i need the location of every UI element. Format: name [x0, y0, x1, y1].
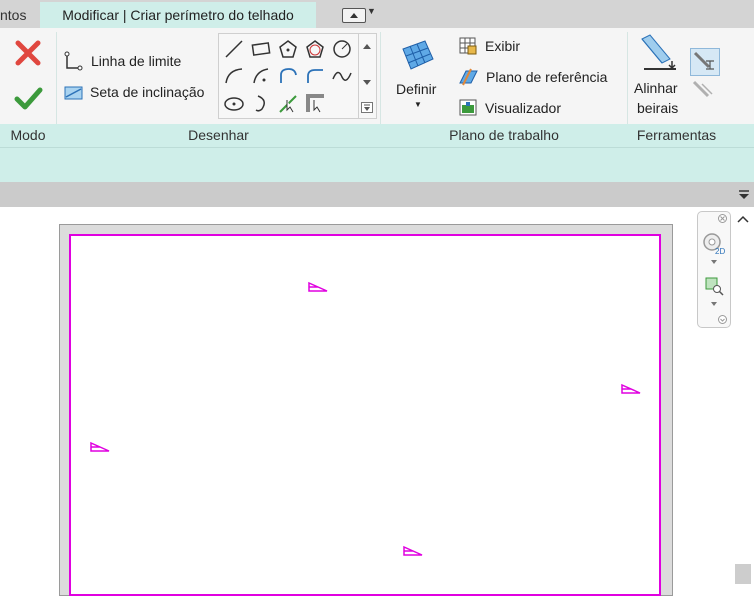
x-cancel-icon: [15, 40, 41, 66]
panel-title-desenhar: Desenhar: [188, 127, 249, 143]
visualizador-label: Visualizador: [485, 100, 562, 116]
draw-tools-gallery: [218, 33, 362, 119]
scroll-up-icon[interactable]: [362, 42, 372, 50]
slope-defines-symbol-bottom[interactable]: [402, 545, 424, 557]
options-bar: [0, 147, 754, 182]
exibir-label: Exibir: [485, 38, 521, 54]
view-list-dropdown-icon[interactable]: [738, 190, 750, 200]
pick-lines-icon[interactable]: [277, 92, 299, 114]
navbar-options-icon[interactable]: [718, 315, 727, 324]
align-eaves-icon: [641, 34, 676, 70]
chevron-down-icon[interactable]: [710, 259, 718, 265]
circumscribed-polygon-icon[interactable]: [304, 38, 326, 60]
alinhar-label-line2: beirais: [637, 100, 679, 116]
fillet-arc-icon[interactable]: [304, 65, 326, 87]
scroll-down-icon[interactable]: [362, 78, 372, 86]
navigation-bar: 2D: [697, 211, 731, 328]
panel-title-modo: Modo: [10, 127, 46, 143]
slope-defines-symbol-left[interactable]: [89, 441, 111, 453]
work-plane-grid-icon: [402, 40, 434, 70]
spline-icon[interactable]: [331, 65, 353, 87]
panel-title-ferramentas: Ferramentas: [636, 127, 717, 143]
line-icon[interactable]: [223, 38, 245, 60]
tab-previous[interactable]: ntos: [0, 0, 26, 28]
pick-walls-icon[interactable]: [304, 92, 326, 114]
roof-footprint-boundary[interactable]: [69, 234, 661, 596]
zoom-region-icon[interactable]: [704, 276, 726, 296]
adjust-overhang-icon: [693, 51, 714, 70]
gallery-expand-icon[interactable]: [361, 102, 373, 113]
boundary-line-button[interactable]: Linha de limite: [63, 50, 213, 72]
alinhar-label-line1: Alinhar: [634, 80, 678, 96]
adjust-overhang-button[interactable]: [690, 48, 720, 76]
steering-wheel-2d-icon[interactable]: 2D: [702, 232, 726, 256]
chevron-down-icon[interactable]: [710, 301, 718, 307]
slope-defines-symbol-right[interactable]: [620, 383, 642, 395]
draw-gallery-scroll[interactable]: [358, 33, 377, 119]
tab-modificar-criar-perimetro[interactable]: Modificar | Criar perímetro do telhado: [40, 2, 316, 28]
slope-arrow-icon: [64, 86, 83, 100]
scroll-up-icon[interactable]: [737, 215, 749, 224]
exibir-button[interactable]: Exibir: [457, 35, 547, 57]
svg-text:2D: 2D: [715, 247, 725, 256]
definir-button[interactable]: Definir ▼: [393, 35, 443, 111]
inscribed-polygon-icon[interactable]: [277, 38, 299, 60]
scrollbar-thumb[interactable]: [735, 564, 751, 584]
vertical-scrollbar[interactable]: [733, 208, 754, 609]
plano-referencia-button[interactable]: Plano de referência: [457, 66, 622, 88]
chevron-down-icon[interactable]: ▼: [367, 6, 376, 16]
view-tab-bar: [0, 182, 754, 207]
finish-button[interactable]: [13, 84, 43, 114]
boundary-line-icon: [64, 51, 83, 71]
panel-toggle-icon: [350, 13, 358, 18]
chevron-down-icon: ▼: [414, 100, 422, 109]
start-end-radius-arc-icon[interactable]: [223, 65, 245, 87]
panel-toggle-button[interactable]: [342, 8, 366, 23]
visualizador-button[interactable]: Visualizador: [457, 97, 577, 119]
rectangle-icon[interactable]: [250, 38, 272, 60]
circle-icon[interactable]: [331, 38, 353, 60]
tangent-end-arc-icon[interactable]: [277, 65, 299, 87]
definir-label: Definir: [396, 81, 437, 97]
partial-ellipse-icon[interactable]: [250, 92, 272, 114]
checkmark-finish-icon: [14, 87, 43, 110]
viewer-icon: [459, 99, 477, 116]
adjust-plate-icon: [692, 80, 713, 98]
alinhar-beirais-button[interactable]: Alinhar beirais: [632, 33, 684, 119]
boundary-line-label: Linha de limite: [91, 53, 182, 69]
slope-arrow-button[interactable]: Seta de inclinação: [63, 81, 213, 103]
center-ends-arc-icon[interactable]: [250, 65, 272, 87]
ellipse-icon[interactable]: [223, 92, 245, 114]
reference-plane-icon: [459, 68, 478, 86]
plano-referencia-label: Plano de referência: [486, 69, 608, 85]
show-work-plane-icon: [459, 37, 477, 55]
slope-arrow-label: Seta de inclinação: [90, 84, 205, 100]
cancel-button[interactable]: [13, 38, 43, 68]
adjust-plate-button[interactable]: [690, 78, 718, 102]
slope-defines-symbol-top[interactable]: [307, 281, 329, 293]
close-navbar-icon[interactable]: [718, 214, 727, 223]
panel-title-plano-de-trabalho: Plano de trabalho: [449, 127, 559, 143]
